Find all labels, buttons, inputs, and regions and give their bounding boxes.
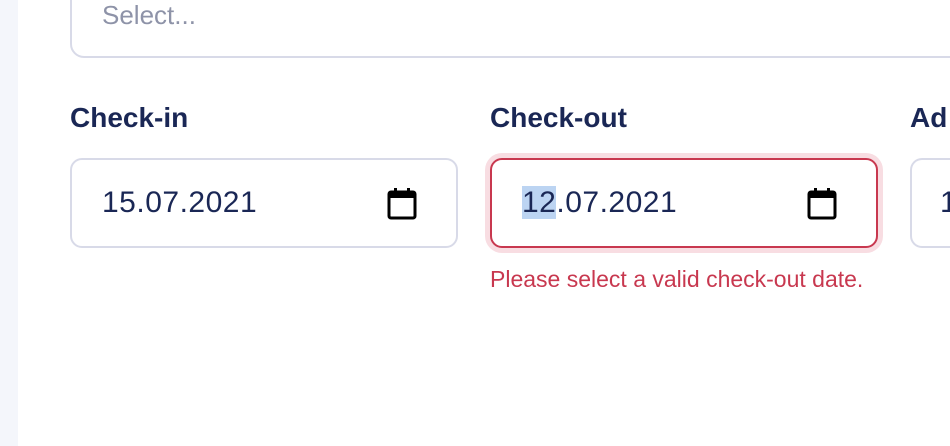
checkout-error-message: Please select a valid check-out date.	[490, 266, 864, 292]
booking-form: Select... Check-in 15.07.2021 Check-out …	[0, 0, 950, 446]
left-sidebar-edge	[0, 0, 18, 446]
checkin-date-input[interactable]: 15.07.2021	[70, 158, 458, 248]
adults-input[interactable]: 1	[910, 158, 950, 248]
room-select-placeholder: Select...	[102, 0, 196, 30]
checkout-day-selected[interactable]: 12	[522, 186, 557, 219]
checkout-month-year[interactable]: .07.2021	[556, 186, 677, 219]
checkout-date-value: 12.07.2021	[522, 186, 677, 220]
room-select[interactable]: Select...	[70, 0, 950, 58]
checkin-date-value: 15.07.2021	[102, 186, 258, 219]
checkin-label: Check-in	[70, 102, 189, 133]
adults-label: Ad	[910, 102, 948, 133]
checkout-label: Check-out	[490, 102, 627, 133]
adults-value: 1	[940, 186, 950, 219]
calendar-icon[interactable]	[386, 187, 418, 221]
calendar-icon[interactable]	[806, 187, 838, 221]
checkout-date-input[interactable]: 12.07.2021	[490, 158, 878, 248]
